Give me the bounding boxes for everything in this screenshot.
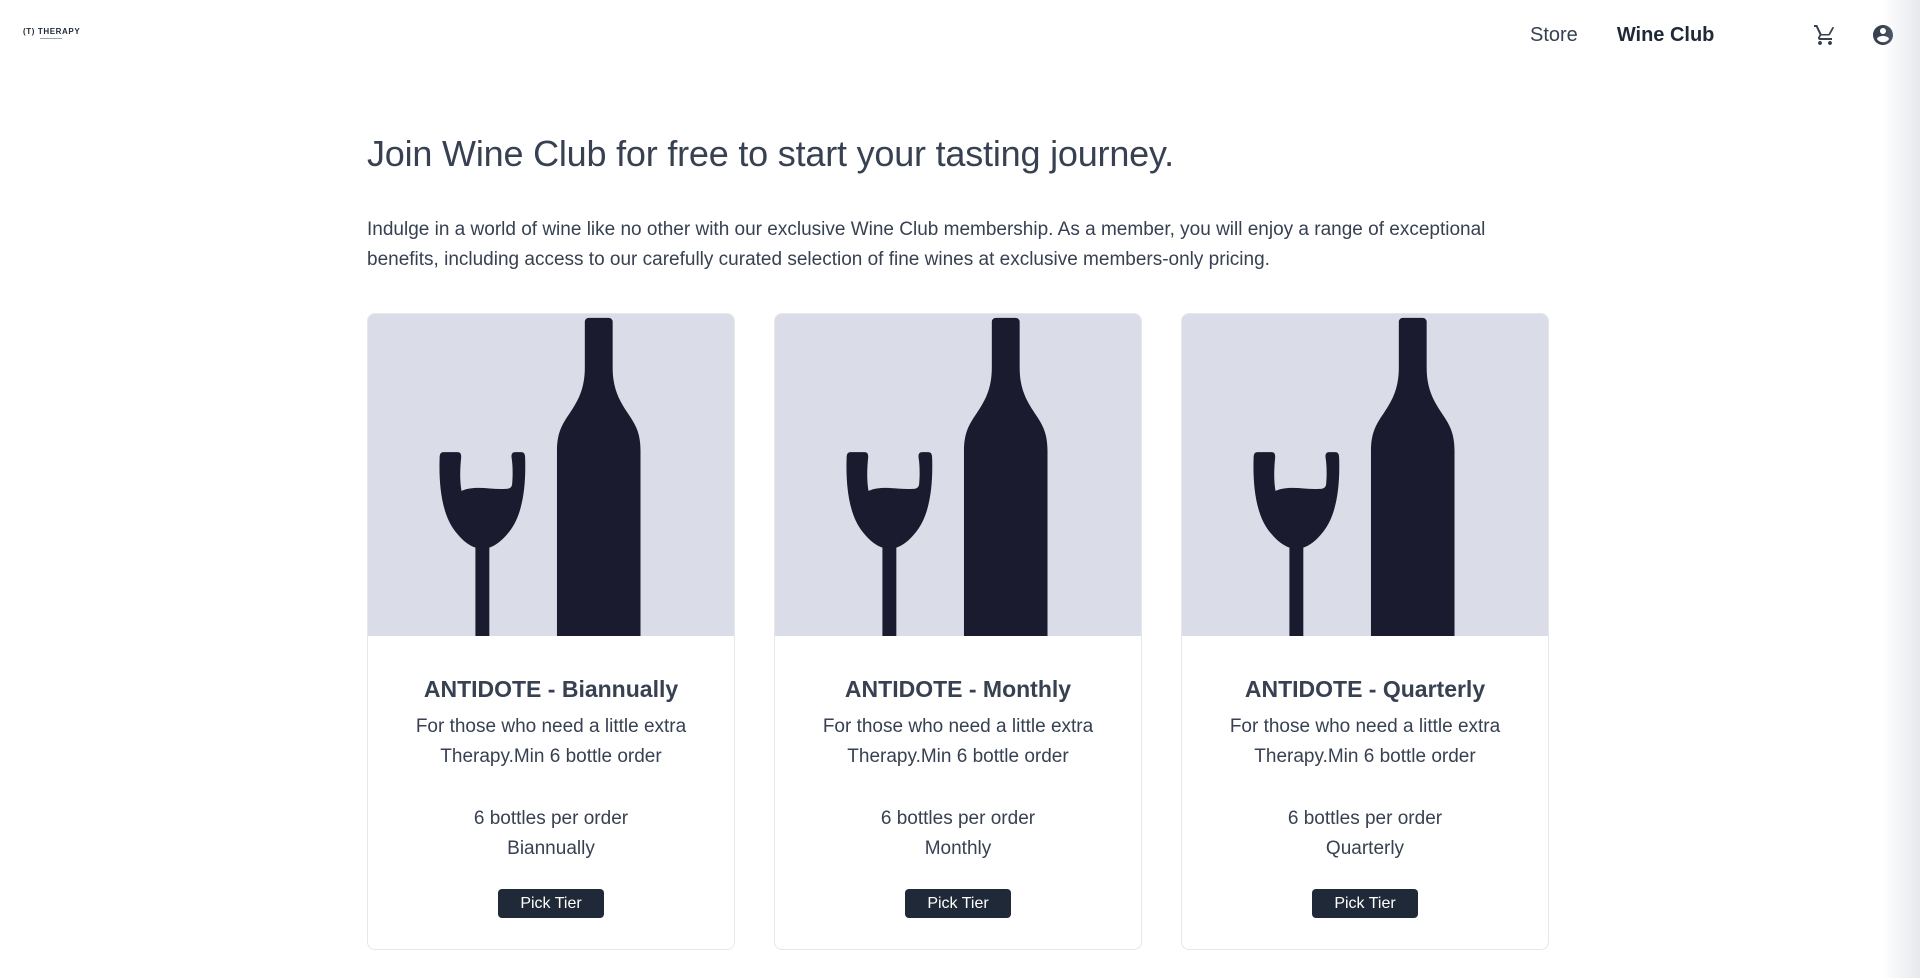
tier-description: For those who need a little extra Therap…: [822, 716, 1094, 767]
tier-title: ANTIDOTE - Monthly: [844, 676, 1072, 702]
wine-glass-bottle-icon: [846, 317, 1048, 636]
tier-bottles: 6 bottles per order: [473, 808, 629, 829]
cart-icon: [1814, 25, 1835, 45]
tier-details: 6 bottles per order Biannually: [474, 804, 628, 864]
tier-bottles: 6 bottles per order: [1287, 808, 1443, 829]
tier-frequency: Quarterly: [1325, 838, 1405, 859]
tier-title: ANTIDOTE - Biannually: [423, 676, 679, 702]
tier-image: [1182, 314, 1548, 636]
logo-underline: [40, 38, 62, 39]
wine-glass-bottle-icon: [439, 317, 641, 636]
tier-image: [368, 314, 734, 636]
cart-button[interactable]: [1812, 22, 1838, 48]
brand-logo[interactable]: (T) THERAPY: [23, 27, 80, 39]
nav-link-wine-club[interactable]: Wine Club: [1617, 22, 1715, 48]
logo-text: (T) THERAPY: [23, 27, 81, 36]
tier-cards: ANTIDOTE - Biannually For those who need…: [367, 313, 1549, 950]
tier-description: For those who need a little extra Therap…: [1229, 716, 1501, 767]
tier-image: [775, 314, 1141, 636]
tier-frequency: Monthly: [924, 838, 992, 859]
tier-description: For those who need a little extra Therap…: [415, 716, 687, 767]
site-header: (T) THERAPY Store Wine Club: [0, 0, 1920, 70]
tier-card-quarterly: ANTIDOTE - Quarterly For those who need …: [1181, 313, 1549, 950]
tier-details: 6 bottles per order Quarterly: [1288, 804, 1442, 864]
tier-title: ANTIDOTE - Quarterly: [1244, 676, 1486, 702]
intro-paragraph: Indulge in a world of wine like no other…: [367, 219, 1486, 270]
tier-bottles: 6 bottles per order: [880, 808, 1036, 829]
wine-glass-bottle-icon: [1253, 317, 1455, 636]
tier-frequency: Biannually: [507, 838, 595, 859]
account-button[interactable]: [1870, 22, 1896, 48]
page: (T) THERAPY Store Wine Club Join Wine Cl…: [0, 0, 1920, 978]
main-nav: Store Wine Club: [1530, 22, 1714, 48]
pick-tier-button[interactable]: Pick Tier: [498, 889, 604, 918]
tier-card-monthly: ANTIDOTE - Monthly For those who need a …: [774, 313, 1142, 950]
edge-shadow: [1882, 0, 1920, 978]
nav-link-store[interactable]: Store: [1530, 22, 1578, 48]
pick-tier-button[interactable]: Pick Tier: [905, 889, 1011, 918]
pick-tier-button[interactable]: Pick Tier: [1312, 889, 1418, 918]
tier-card-biannually: ANTIDOTE - Biannually For those who need…: [367, 313, 735, 950]
page-title: Join Wine Club for free to start your ta…: [367, 133, 1174, 174]
tier-details: 6 bottles per order Monthly: [881, 804, 1035, 864]
account-icon: [1873, 25, 1893, 45]
